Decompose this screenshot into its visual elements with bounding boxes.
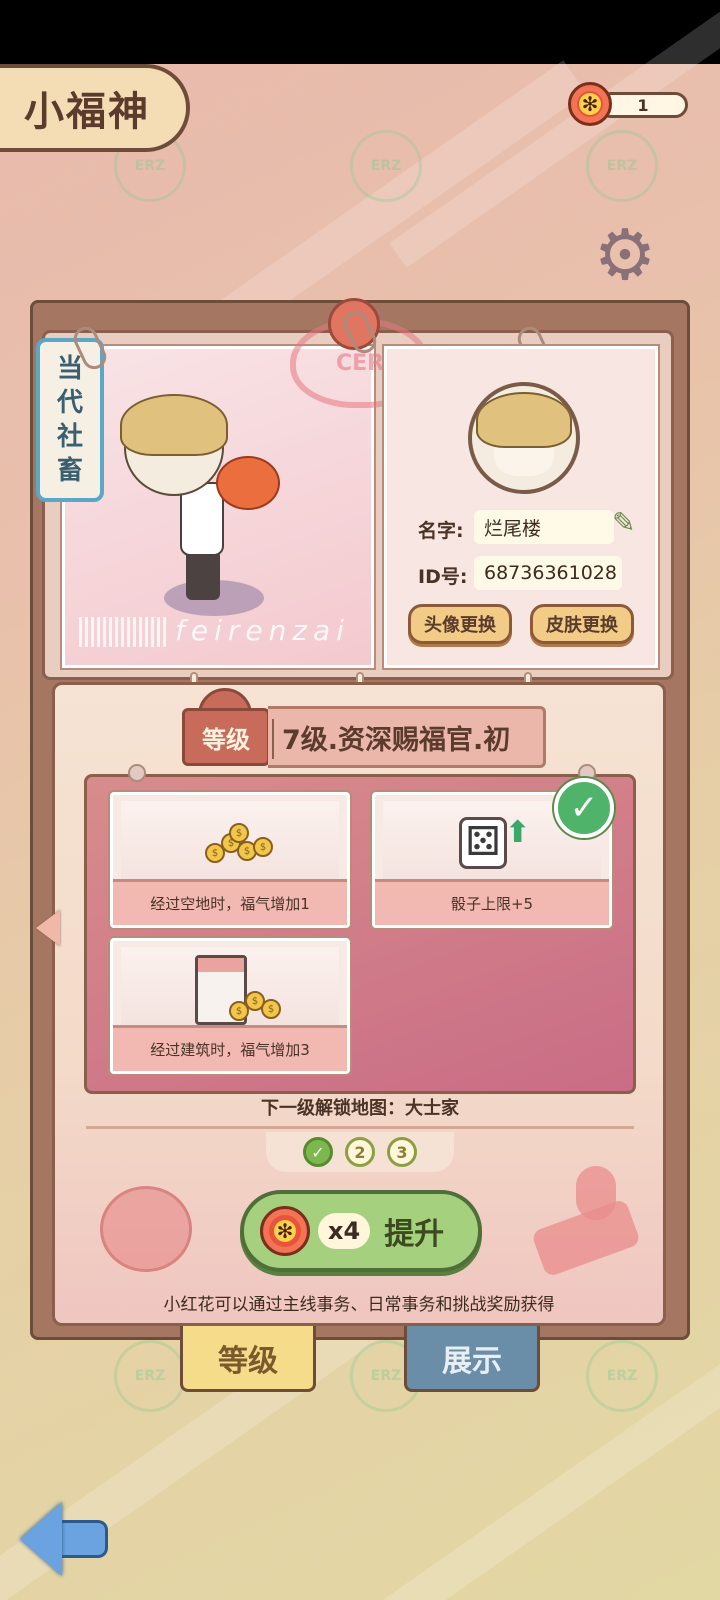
step-2: 2 — [345, 1137, 375, 1167]
next-unlock-text: 下一级解锁地图：大士家 — [261, 1098, 459, 1119]
change-avatar-button[interactable]: 头像更换 — [408, 604, 512, 644]
wax-seal-decoration — [100, 1186, 192, 1272]
upgrade-cost: x4 — [318, 1213, 371, 1249]
step-check-icon: ✓ — [303, 1137, 333, 1167]
settings-gear-icon[interactable]: ⚙ — [592, 220, 658, 290]
previous-arrow-icon[interactable] — [36, 910, 60, 946]
reward-caption: 经过空地时，福气增加1 — [113, 879, 347, 925]
avatar[interactable] — [468, 382, 580, 494]
id-label: ID号: — [418, 566, 468, 588]
watermark-stamp: ERZ — [586, 130, 658, 202]
red-flower-icon — [260, 1206, 310, 1256]
tab-show[interactable]: 展示 — [404, 1326, 540, 1392]
reward-caption: 骰子上限+5 — [375, 879, 609, 925]
watermark-stamp: ERZ — [114, 1340, 186, 1412]
arrow-up-icon: ⬆ — [505, 815, 531, 850]
watermark-stamp: ERZ — [586, 1340, 658, 1412]
claimed-check-icon: ✓ — [554, 778, 614, 838]
reward-card: $ $ $ $ $ 经过空地时，福气增加1 — [110, 792, 350, 928]
character-illustration — [120, 394, 280, 620]
level-progress-steps: ✓ 2 3 — [266, 1132, 454, 1172]
tab-level[interactable]: 等级 — [180, 1326, 316, 1392]
upgrade-button[interactable]: x4 提升 — [240, 1190, 482, 1272]
edit-pencil-icon[interactable]: ✎ — [612, 506, 635, 539]
level-title: 7级.资深赐福官.初 — [268, 706, 546, 768]
page-title: 小福神 — [24, 89, 150, 135]
badge-char: 畜 — [56, 456, 83, 486]
name-label: 名字: — [418, 520, 464, 542]
coins-icon: $ $ $ — [229, 983, 299, 1027]
barcode-decoration — [79, 617, 169, 647]
divider — [86, 1126, 634, 1129]
watermark-stamp: ERZ — [350, 130, 422, 202]
flower-hint-text: 小红花可以通过主线事务、日常事务和挑战奖励获得 — [163, 1295, 555, 1315]
reward-image: $ $ $ — [121, 947, 339, 1027]
status-bar — [0, 0, 720, 64]
change-skin-button[interactable]: 皮肤更换 — [530, 604, 634, 644]
upgrade-label: 提升 — [384, 1217, 445, 1252]
reward-image: $ $ $ $ $ — [121, 801, 339, 881]
step-3: 3 — [387, 1137, 417, 1167]
badge-char: 当 — [56, 354, 83, 384]
level-tag: 等级 — [182, 708, 270, 766]
dice-upgrade-icon: ⚄ — [459, 817, 507, 869]
reward-card: $ $ $ 经过建筑时，福气增加3 — [110, 938, 350, 1074]
id-field: 68736361028 — [474, 556, 622, 590]
badge-char: 社 — [56, 422, 83, 452]
name-field[interactable]: 烂尾楼 — [474, 510, 614, 544]
pin-icon — [128, 764, 146, 782]
flower-currency: 1 — [568, 80, 692, 128]
coins-icon: $ $ $ $ $ — [205, 823, 275, 867]
page-title-tab: 小福神 — [0, 64, 190, 152]
stamp-tool-decoration — [530, 1166, 642, 1278]
red-flower-icon — [568, 82, 612, 126]
reward-caption: 经过建筑时，福气增加3 — [113, 1025, 347, 1071]
badge-char: 代 — [56, 388, 83, 418]
back-arrow-icon[interactable] — [20, 1502, 110, 1576]
